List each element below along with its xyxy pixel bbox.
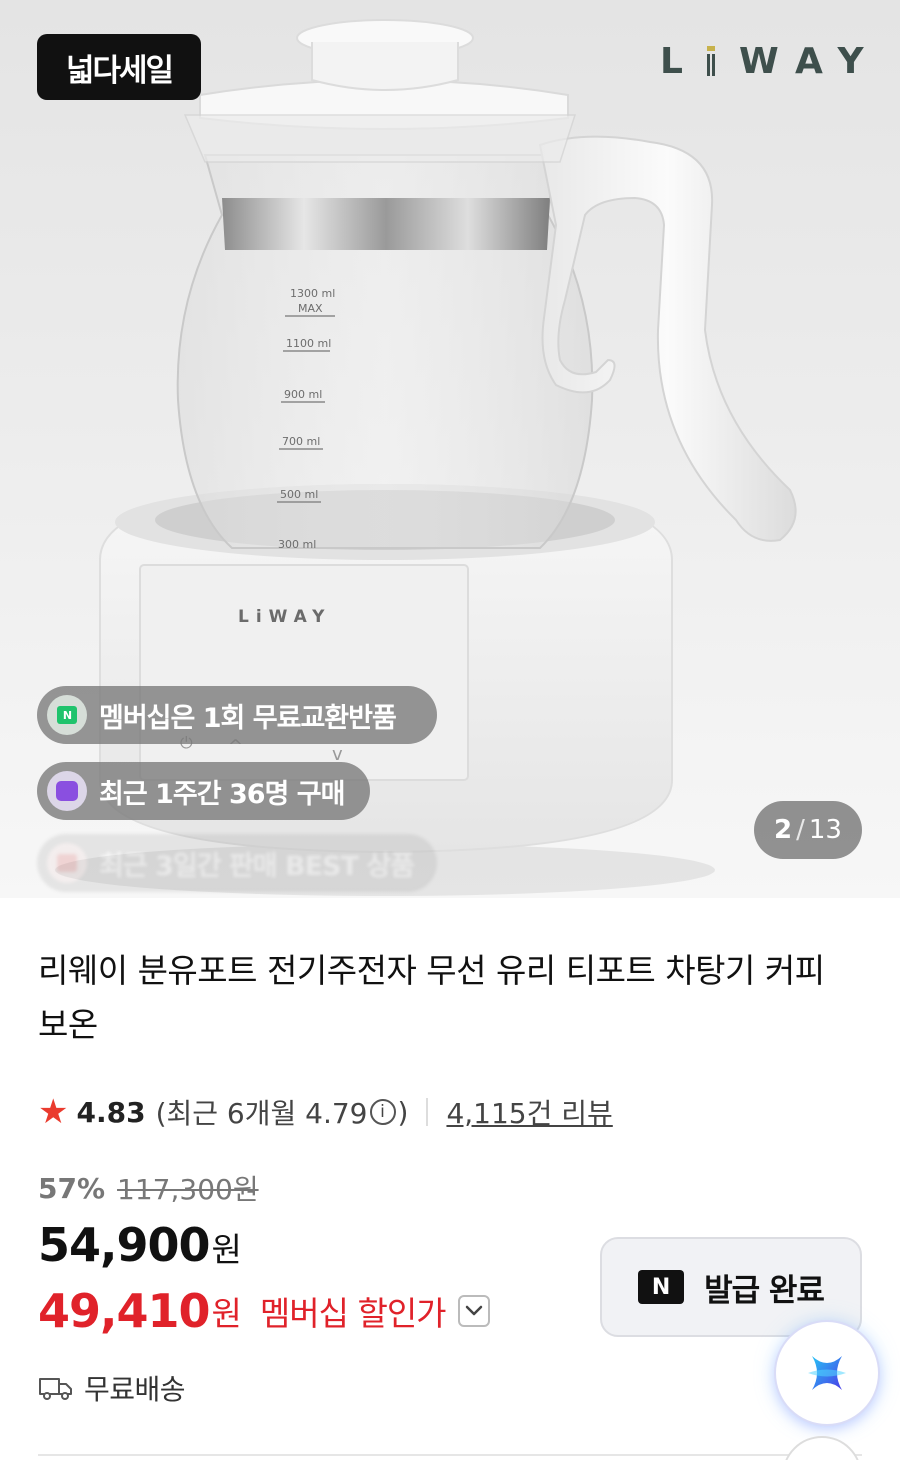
product-title: 리웨이 분유포트 전기주전자 무선 유리 티포트 차탕기 커피 보온 [38,951,825,1044]
current-image-index: 2 [774,815,793,845]
brand-logo: L WAY [660,40,882,82]
ai-assistant-button[interactable] [776,1322,878,1424]
recent-rating: (최근 6개월 4.79 [155,1097,368,1130]
svg-text:500 ml: 500 ml [280,488,318,501]
best-seller-pill: 최근 3일간 판매 BEST 상품 [37,834,437,892]
star-icon: ★ [38,1092,69,1132]
svg-text:LiWAY: LiWAY [238,607,332,627]
recent-purchase-pill[interactable]: 최근 1주간 36명 구매 [37,762,370,820]
pill-label: 최근 3일간 판매 BEST 상품 [99,850,415,882]
original-price: 117,300원 [117,1173,259,1206]
total-image-count: 13 [808,815,842,845]
price-unit: 원 [211,1230,242,1269]
image-page-counter: 2 / 13 [754,801,862,859]
svg-text:1100 ml: 1100 ml [286,337,331,350]
discount-row: 57% 117,300원 [38,1168,259,1208]
coupon-button-label: 발급 완료 [704,1272,825,1309]
member-price-value: 49,410 [38,1284,211,1338]
pill-label: 최근 1주간 36명 구매 [99,778,345,810]
sale-event-badge: 넓다세일 [37,34,201,100]
svg-text:MAX: MAX [298,302,323,315]
discount-percent: 57% [38,1171,106,1205]
logo-i-mark [701,46,721,76]
pill-label: 멤버십은 1회 무료교환반품 [99,702,397,734]
section-divider [38,1454,862,1456]
naver-n-icon: N [638,1270,685,1304]
member-price-label: 멤버십 할인가 [259,1294,447,1333]
shopping-bag-icon [47,771,87,811]
product-image-carousel[interactable]: LiWAY ⏻ ^ v 1300 ml MAX 1100 ml 900 ml 7… [0,0,900,898]
membership-return-pill[interactable]: N 멤버십은 1회 무료교환반품 [37,686,437,744]
svg-text:900 ml: 900 ml [284,388,322,401]
recent-rating-close: ) [397,1095,409,1129]
shipping-info: 무료배송 [38,1368,186,1408]
svg-text:300 ml: 300 ml [278,538,316,551]
divider [426,1098,429,1126]
trophy-icon [47,843,87,883]
shipping-label: 무료배송 [84,1373,186,1406]
sale-price: 54,900 원 [38,1218,242,1272]
svg-text:700 ml: 700 ml [282,435,320,448]
truck-icon [39,1378,72,1400]
member-price-unit: 원 [211,1294,242,1333]
member-price-row: 49,410 원 멤버십 할인가 [38,1284,490,1338]
ai-sparkle-icon [808,1356,846,1390]
review-count-link[interactable]: 4,115건 리뷰 [446,1092,612,1132]
sale-price-value: 54,900 [38,1218,211,1272]
counter-separator: / [796,815,805,845]
svg-text:1300 ml: 1300 ml [290,287,335,300]
rating-score: 4.83 [76,1095,146,1129]
chevron-down-icon[interactable] [457,1295,490,1327]
scroll-top-button[interactable] [782,1436,862,1460]
naver-membership-icon: N [47,695,87,735]
rating-row: ★ 4.83 (최근 6개월 4.79 i ) 4,115건 리뷰 [38,1090,613,1134]
info-icon[interactable]: i [369,1099,396,1125]
